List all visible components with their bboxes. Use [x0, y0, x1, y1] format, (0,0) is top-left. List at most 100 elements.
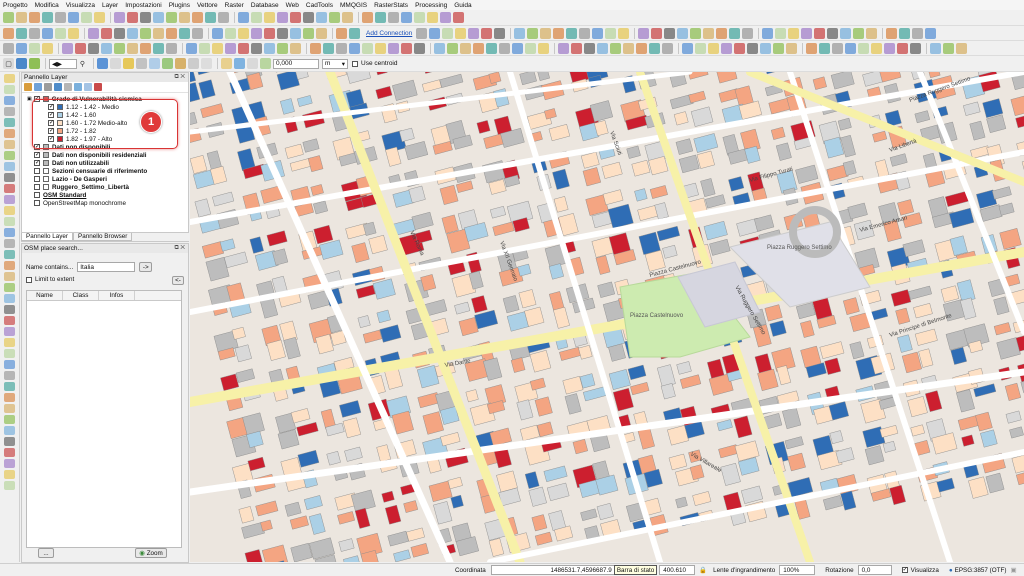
tool-icon[interactable] [192, 27, 203, 39]
scale-field[interactable]: 400.610 [659, 565, 696, 575]
tab-browser-panel[interactable]: Pannello Browser [73, 233, 133, 241]
info-icon[interactable] [97, 58, 108, 69]
menu-item[interactable]: Vettore [197, 2, 218, 9]
tool-icon[interactable] [597, 42, 608, 54]
tool-icon[interactable] [584, 42, 595, 54]
use-centroid-checkbox[interactable] [352, 60, 358, 67]
tool-icon[interactable] [375, 12, 386, 23]
tool-icon[interactable] [721, 42, 732, 54]
results-table[interactable]: Name Class Infos [26, 290, 182, 548]
tool-icon[interactable] [375, 42, 386, 54]
tool-icon[interactable] [708, 42, 719, 54]
tool-icon[interactable] [566, 27, 578, 39]
tool-icon[interactable] [401, 42, 412, 54]
tool-icon[interactable] [101, 42, 112, 54]
layer-row[interactable]: ✓ Dati non disponibili residenziali [22, 151, 188, 159]
tool-icon[interactable] [4, 305, 15, 314]
tool-icon[interactable] [884, 42, 895, 54]
collapse-arrow-icon[interactable]: ▣ [27, 96, 32, 102]
menu-item[interactable]: Modifica [35, 2, 59, 9]
tool-icon[interactable] [205, 12, 216, 23]
tool-icon[interactable] [127, 27, 138, 39]
tool-icon[interactable] [401, 12, 412, 23]
coordinate-input[interactable]: 0,000 [273, 58, 319, 69]
map-canvas[interactable]: Piazza Ruggero Settimo Piazza Castelnuov… [190, 72, 1024, 562]
pin-icon[interactable] [162, 58, 173, 69]
tool-icon[interactable] [94, 12, 105, 23]
tool-icon[interactable] [899, 27, 911, 39]
tool-icon[interactable] [912, 27, 924, 39]
legend-row[interactable]: ✓ 1.60 - 1.72 Medio-alto [22, 119, 188, 127]
tool-icon[interactable] [4, 173, 15, 182]
limit-to-extent-checkbox[interactable] [26, 276, 32, 283]
menu-item[interactable]: Visualizza [66, 2, 95, 9]
tool-icon[interactable] [127, 42, 138, 54]
menu-item[interactable]: Progetto [3, 2, 28, 9]
tool-icon[interactable] [4, 74, 15, 83]
tool-icon[interactable] [819, 42, 830, 54]
tool-icon[interactable] [277, 27, 288, 39]
tool-icon[interactable] [886, 27, 898, 39]
layer-checkbox[interactable] [34, 184, 40, 190]
layer-checkbox[interactable] [34, 200, 40, 206]
tool-icon[interactable] [4, 162, 15, 171]
menu-item[interactable]: MMQGIS [340, 2, 367, 9]
tool-icon[interactable] [68, 12, 79, 23]
layer-row[interactable]: OpenStreetMap monochrome [22, 199, 188, 207]
tool-icon[interactable] [264, 27, 275, 39]
tool-icon[interactable] [251, 27, 262, 39]
tool-icon[interactable] [4, 371, 15, 380]
layer-row[interactable]: Lazio - De Gasperi [22, 175, 188, 183]
tool-icon[interactable] [166, 42, 177, 54]
tool-icon[interactable] [553, 27, 565, 39]
tool-icon[interactable] [329, 12, 340, 23]
tool-icon[interactable] [323, 42, 334, 54]
tool-icon[interactable] [4, 426, 15, 435]
tool-icon[interactable] [4, 283, 15, 292]
menu-item[interactable]: Web [286, 2, 299, 9]
tool-icon[interactable] [664, 27, 676, 39]
menu-item[interactable]: Plugins [169, 2, 190, 9]
tool-icon[interactable] [4, 327, 15, 336]
tool-icon[interactable] [662, 42, 673, 54]
tool-icon[interactable] [690, 27, 702, 39]
label-icon[interactable] [149, 58, 160, 69]
menu-item[interactable]: Raster [225, 2, 244, 9]
tool-icon[interactable] [558, 42, 569, 54]
tool-icon[interactable] [16, 27, 27, 39]
tool-icon[interactable] [264, 12, 275, 23]
tool-icon[interactable] [455, 27, 467, 39]
tool-icon[interactable] [153, 42, 164, 54]
tool-icon[interactable] [747, 42, 758, 54]
annotation-icon[interactable] [123, 58, 134, 69]
tool-icon[interactable] [349, 42, 360, 54]
name-input[interactable]: Italia [77, 262, 136, 272]
tool-icon[interactable] [290, 27, 301, 39]
tool-icon[interactable] [447, 42, 458, 54]
tool-icon[interactable] [186, 42, 197, 54]
select-icon[interactable]: ▢ [3, 58, 14, 69]
layer-row[interactable]: ✓ Dati non utilizzabili [22, 159, 188, 167]
tool-icon[interactable] [68, 27, 79, 39]
coordinate-field[interactable]: 1486531.7,4596687.9 [490, 565, 616, 575]
tool-icon[interactable] [4, 250, 15, 259]
tool-icon[interactable] [4, 459, 15, 468]
tool-icon[interactable] [499, 42, 510, 54]
tool-icon[interactable] [153, 27, 164, 39]
tool-icon[interactable] [773, 42, 784, 54]
tool-icon[interactable] [571, 42, 582, 54]
tool-icon[interactable] [610, 42, 621, 54]
style-icon[interactable] [24, 83, 32, 91]
tool-icon[interactable] [4, 349, 15, 358]
snap-icon[interactable] [234, 58, 245, 69]
tool-icon[interactable] [349, 27, 360, 39]
tool-icon[interactable] [42, 12, 53, 23]
tool-icon[interactable] [114, 27, 125, 39]
tool-icon[interactable] [264, 42, 275, 54]
tool-icon[interactable] [114, 42, 125, 54]
tool-icon[interactable] [4, 393, 15, 402]
remove-layer-icon[interactable] [94, 83, 102, 91]
tool-icon[interactable] [290, 42, 301, 54]
layer-checkbox[interactable]: ✓ [34, 144, 40, 150]
tool-icon[interactable] [540, 27, 552, 39]
